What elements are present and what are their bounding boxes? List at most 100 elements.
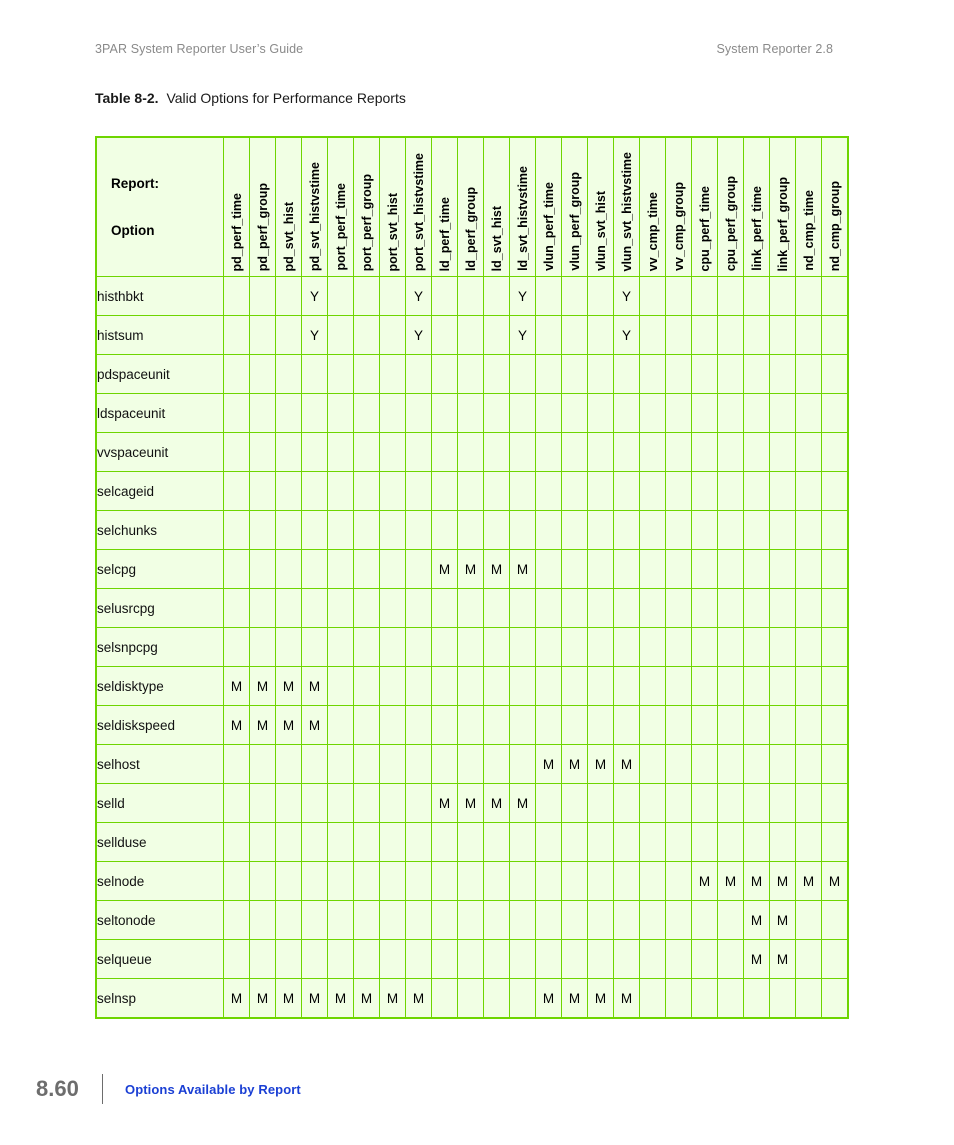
- cell-selcpg-nd_cmp_group: [821, 549, 849, 589]
- column-header-ld_perf_time: ld_perf_time: [431, 136, 458, 277]
- column-header-ld_perf_group: ld_perf_group: [457, 136, 484, 277]
- cell-selchunks-link_perf_time: [743, 510, 770, 550]
- cell-ldspaceunit-port_svt_hist: [379, 393, 406, 433]
- cell-selchunks-ld_svt_histvstime: [509, 510, 536, 550]
- cell-selcpg-vlun_svt_histvstime: [613, 549, 640, 589]
- cell-sellduse-vlun_perf_time: [535, 822, 562, 862]
- cell-selsnpcpg-vv_cmp_group: [665, 627, 692, 667]
- cell-histsum-ld_svt_hist: [483, 315, 510, 355]
- cell-selusrcpg-vv_cmp_time: [639, 588, 666, 628]
- table-row: vvspaceunit: [95, 432, 849, 472]
- cell-selnsp-pd_perf_time: M: [223, 978, 250, 1019]
- cell-selsnpcpg-cpu_perf_group: [717, 627, 744, 667]
- cell-sellduse-port_perf_group: [353, 822, 380, 862]
- cell-selnode-ld_svt_hist: [483, 861, 510, 901]
- cell-seldisktype-link_perf_group: [769, 666, 796, 706]
- cell-ldspaceunit-nd_cmp_time: [795, 393, 822, 433]
- cell-ldspaceunit-vlun_perf_time: [535, 393, 562, 433]
- cell-histhbkt-vlun_svt_hist: [587, 276, 614, 316]
- table-row: seltonode M M: [95, 900, 849, 940]
- page-number: 8.60: [36, 1076, 79, 1101]
- column-header-label: vv_cmp_group: [671, 182, 686, 271]
- column-header-label: link_perf_group: [775, 176, 790, 271]
- cell-ldspaceunit-link_perf_time: [743, 393, 770, 433]
- cell-selcageid-port_perf_time: [327, 471, 354, 511]
- cell-seltonode-nd_cmp_group: [821, 900, 849, 940]
- cell-histhbkt-pd_svt_hist: [275, 276, 302, 316]
- cell-ldspaceunit-pd_perf_group: [249, 393, 276, 433]
- cell-pdspaceunit-link_perf_group: [769, 354, 796, 394]
- cell-selcpg-cpu_perf_group: [717, 549, 744, 589]
- cell-selnsp-port_perf_time: M: [327, 978, 354, 1019]
- cell-selqueue-ld_perf_group: [457, 939, 484, 979]
- cell-selld-pd_svt_hist: [275, 783, 302, 823]
- cell-seldiskspeed-link_perf_time: [743, 705, 770, 745]
- cell-selsnpcpg-vlun_perf_time: [535, 627, 562, 667]
- cell-seldiskspeed-nd_cmp_time: [795, 705, 822, 745]
- cell-pdspaceunit-vlun_svt_histvstime: [613, 354, 640, 394]
- cell-selsnpcpg-ld_perf_time: [431, 627, 458, 667]
- cell-vvspaceunit-cpu_perf_time: [691, 432, 718, 472]
- row-label-seldiskspeed: seldiskspeed: [95, 705, 224, 745]
- cell-selusrcpg-port_perf_time: [327, 588, 354, 628]
- cell-sellduse-nd_cmp_group: [821, 822, 849, 862]
- cell-selnode-port_perf_time: [327, 861, 354, 901]
- cell-selld-link_perf_group: [769, 783, 796, 823]
- cell-selusrcpg-vlun_perf_group: [561, 588, 588, 628]
- cell-selld-cpu_perf_group: [717, 783, 744, 823]
- cell-selcpg-nd_cmp_time: [795, 549, 822, 589]
- cell-selhost-ld_perf_time: [431, 744, 458, 784]
- cell-selld-ld_perf_group: M: [457, 783, 484, 823]
- cell-selqueue-ld_svt_hist: [483, 939, 510, 979]
- cell-selusrcpg-ld_svt_histvstime: [509, 588, 536, 628]
- cell-pdspaceunit-ld_svt_histvstime: [509, 354, 536, 394]
- cell-seldisktype-port_perf_time: [327, 666, 354, 706]
- cell-seldisktype-pd_perf_group: M: [249, 666, 276, 706]
- cell-selnsp-pd_perf_group: M: [249, 978, 276, 1019]
- cell-selqueue-link_perf_group: M: [769, 939, 796, 979]
- cell-selhost-nd_cmp_group: [821, 744, 849, 784]
- cell-selcpg-vlun_perf_group: [561, 549, 588, 589]
- cell-selsnpcpg-port_svt_histvstime: [405, 627, 432, 667]
- row-label-seldisktype: seldisktype: [95, 666, 224, 706]
- cell-vvspaceunit-port_svt_hist: [379, 432, 406, 472]
- cell-histsum-vv_cmp_time: [639, 315, 666, 355]
- cell-selchunks-cpu_perf_time: [691, 510, 718, 550]
- table-row: selcpg M M M M: [95, 549, 849, 589]
- column-header-port_perf_time: port_perf_time: [327, 136, 354, 277]
- cell-seldisktype-port_svt_histvstime: [405, 666, 432, 706]
- cell-histhbkt-pd_perf_group: [249, 276, 276, 316]
- cell-seltonode-nd_cmp_time: [795, 900, 822, 940]
- cell-histsum-pd_svt_hist: [275, 315, 302, 355]
- cell-ldspaceunit-ld_perf_time: [431, 393, 458, 433]
- cell-selhost-pd_perf_time: [223, 744, 250, 784]
- cell-selusrcpg-cpu_perf_group: [717, 588, 744, 628]
- cell-selhost-port_svt_hist: [379, 744, 406, 784]
- cell-ldspaceunit-ld_svt_histvstime: [509, 393, 536, 433]
- cell-selnsp-link_perf_time: [743, 978, 770, 1019]
- cell-histsum-link_perf_group: [769, 315, 796, 355]
- cell-selqueue-nd_cmp_time: [795, 939, 822, 979]
- column-header-label: pd_perf_group: [255, 182, 270, 271]
- cell-selld-vlun_perf_time: [535, 783, 562, 823]
- cell-selqueue-port_svt_hist: [379, 939, 406, 979]
- cell-selld-vv_cmp_group: [665, 783, 692, 823]
- table-row: histsum Y Y Y Y: [95, 315, 849, 355]
- cell-selnode-pd_perf_time: [223, 861, 250, 901]
- cell-selcpg-pd_svt_hist: [275, 549, 302, 589]
- cell-selqueue-cpu_perf_time: [691, 939, 718, 979]
- matrix-body: histhbkt Y Y Y Yhistsum Y Y Y Ypdspaceunit ldspac…: [95, 276, 849, 1019]
- cell-seldisktype-vlun_svt_histvstime: [613, 666, 640, 706]
- cell-selcageid-ld_svt_hist: [483, 471, 510, 511]
- column-header-label: port_perf_time: [333, 183, 348, 271]
- column-header-port_svt_histvstime: port_svt_histvstime: [405, 136, 432, 277]
- column-header-cpu_perf_group: cpu_perf_group: [717, 136, 744, 277]
- cell-selld-link_perf_time: [743, 783, 770, 823]
- cell-selhost-vlun_perf_time: M: [535, 744, 562, 784]
- table-caption: Table 8-2. Valid Options for Performance…: [95, 90, 406, 106]
- cell-ldspaceunit-vv_cmp_group: [665, 393, 692, 433]
- cell-seltonode-port_svt_hist: [379, 900, 406, 940]
- cell-selsnpcpg-ld_svt_histvstime: [509, 627, 536, 667]
- cell-sellduse-cpu_perf_group: [717, 822, 744, 862]
- cell-selusrcpg-port_perf_group: [353, 588, 380, 628]
